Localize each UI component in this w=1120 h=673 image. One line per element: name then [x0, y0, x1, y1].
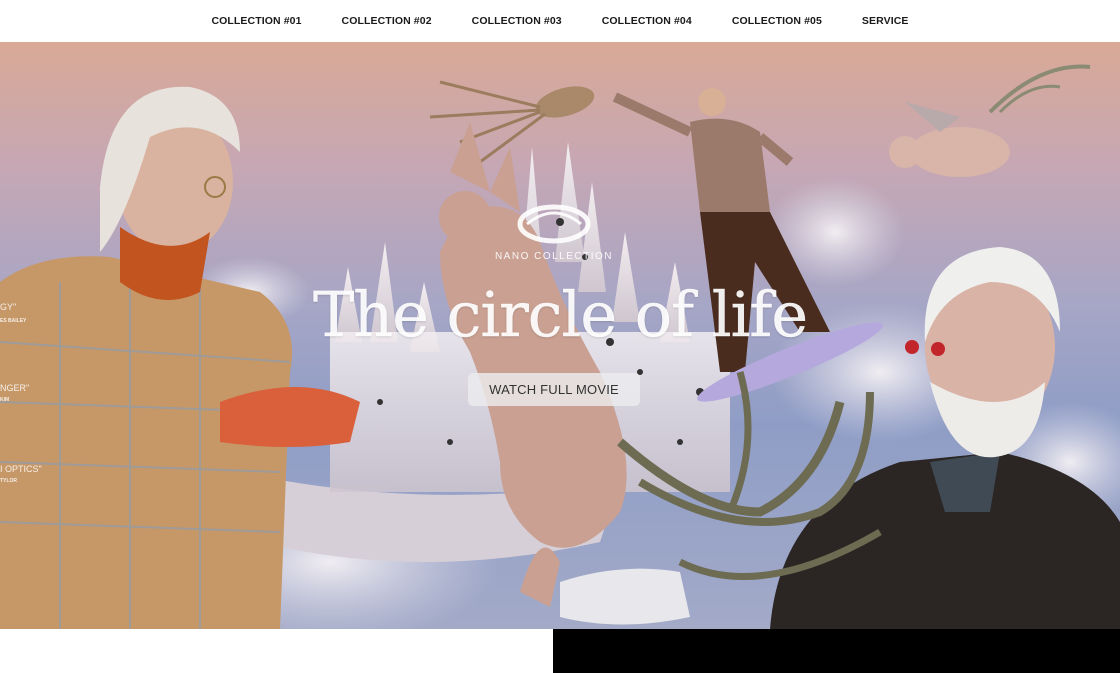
squid-figure	[429, 80, 595, 164]
nav-collection-05[interactable]: COLLECTION #05	[712, 0, 842, 42]
nav-service[interactable]: SERVICE	[842, 0, 929, 42]
credit-title: I OPTICS"	[0, 464, 42, 474]
nav-collection-03[interactable]: COLLECTION #03	[452, 0, 582, 42]
nav-list: COLLECTION #01 COLLECTION #02 COLLECTION…	[191, 0, 928, 42]
winged-cat-figure	[889, 64, 1091, 177]
top-navigation: COLLECTION #01 COLLECTION #02 COLLECTION…	[0, 0, 1120, 42]
nav-collection-01[interactable]: COLLECTION #01	[191, 0, 321, 42]
watch-full-movie-button[interactable]: WATCH FULL MOVIE	[468, 373, 640, 406]
brand-logo: NANO COLLECTION	[495, 204, 613, 262]
credit-subtitle: TYLOR	[0, 478, 17, 484]
hero-title: The circle of life	[312, 278, 809, 352]
nav-collection-02[interactable]: COLLECTION #02	[322, 0, 452, 42]
nano-logo-icon	[517, 204, 591, 244]
brand-subtitle: NANO COLLECTION	[494, 251, 614, 262]
nav-collection-04[interactable]: COLLECTION #04	[582, 0, 712, 42]
hero-content: NANO COLLECTION The circle of life WATCH…	[0, 204, 1120, 406]
hero-banner: GY" ES BAILEY NGER" KIM I OPTICS" TYLOR …	[0, 42, 1120, 629]
black-panel	[553, 629, 1120, 673]
